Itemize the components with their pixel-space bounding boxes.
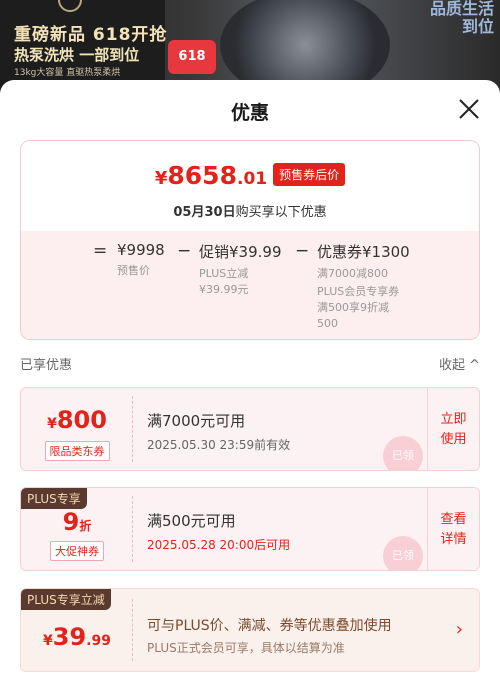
discount-sheet: 优惠 ¥8658.01 预售券后价 05月30日购买享以下优惠 = ¥9998 预… <box>0 80 500 693</box>
dashed-divider <box>132 396 133 462</box>
final-price: ¥8658.01 预售券后价 <box>21 161 479 190</box>
coupon-details: 满7000减800 PLUS会员专享券 满500享9折减 500 <box>317 266 410 332</box>
use-now-button[interactable]: 立即 使用 <box>427 388 479 470</box>
purchase-date-note: 05月30日购买享以下优惠 <box>21 201 479 220</box>
banner-headline: 重磅新品 618开抢 <box>14 25 168 45</box>
chevron-right-icon[interactable]: › <box>456 619 463 640</box>
discount-unit: 折 <box>79 519 92 533</box>
coupon-condition: 满7000元可用 <box>147 412 246 430</box>
final-price-area: ¥8658.01 预售券后价 05月30日购买享以下优惠 <box>21 141 479 231</box>
final-price-integer: 8658 <box>167 161 237 190</box>
coupon-info: 满7000元可用 2025.05.30 23:59前有效 <box>147 388 419 470</box>
final-price-decimal: .01 <box>236 169 268 189</box>
action-line-1: 查看 <box>440 512 467 527</box>
sheet-title: 优惠 <box>230 102 269 124</box>
plus-price-decimal: .99 <box>86 633 111 649</box>
currency-symbol: ¥ <box>154 168 168 189</box>
plus-discount-price: ¥39.99 <box>43 623 111 651</box>
sheet-header: 优惠 <box>0 80 500 140</box>
action-line-1: 立即 <box>440 412 467 427</box>
coupon-sub-2: PLUS会员专享券 <box>317 285 400 298</box>
section-label: 已享优惠 <box>20 358 73 373</box>
dashed-divider <box>132 599 133 661</box>
view-details-button[interactable]: 查看 详情 <box>427 488 479 570</box>
coupon-value-area: ¥800 限品类东券 <box>21 388 133 470</box>
claimed-stamp-icon: 已领 <box>383 436 423 470</box>
applied-discounts-header: 已享优惠 收起 ^ <box>20 354 480 374</box>
dashed-divider <box>132 496 133 562</box>
plus-discount-badge: PLUS专享立减 <box>21 589 111 610</box>
banner-right-text: 品质生活 到位 <box>429 0 494 36</box>
currency-symbol: ¥ <box>43 633 53 649</box>
banner-subheadline: 热泵洗烘 一部到位 <box>14 46 140 64</box>
banner-618-badge: 618 <box>168 40 216 74</box>
coupon-value: 9折 <box>21 508 133 536</box>
coupon-discount: 9 <box>62 508 80 536</box>
close-icon <box>459 99 479 119</box>
coupon-type-tag: 大促神券 <box>50 541 104 561</box>
coupon-value: ¥800 <box>21 406 133 434</box>
coupon-condition: 满500元可用 <box>147 512 236 530</box>
minus-sign: − <box>295 241 310 261</box>
promo-sub-1: PLUS立减 <box>199 267 249 280</box>
coupon-validity: 2025.05.28 20:00后可用 <box>147 538 291 552</box>
coupon-amount: 800 <box>56 406 107 434</box>
purchase-date: 05月30日 <box>173 205 236 220</box>
presale-amount: ¥9998 <box>117 241 165 259</box>
coupon-card: ¥800 限品类东券 满7000元可用 2025.05.30 23:59前有效 … <box>20 387 480 471</box>
promo-amount: 促销¥39.99 <box>199 243 282 261</box>
coupon-card: PLUS专享 9折 大促神券 满500元可用 2025.05.28 20:00后… <box>20 487 480 571</box>
currency-symbol: ¥ <box>47 416 57 432</box>
coupon-amount: 优惠券¥1300 <box>317 243 410 261</box>
plus-discount-card[interactable]: PLUS专享立减 ¥39.99 可与PLUS价、满减、券等优惠叠加使用 PLUS… <box>20 588 480 672</box>
final-price-tag: 预售券后价 <box>273 163 346 186</box>
coupon-sub-1: 满7000减800 <box>317 267 388 280</box>
action-line-2: 使用 <box>440 432 467 447</box>
banner-caption: 13kg大容量 直驱热泵柔烘 <box>14 68 121 78</box>
price-breakdown-card: ¥8658.01 预售券后价 05月30日购买享以下优惠 = ¥9998 预售价 … <box>20 140 480 340</box>
coupon-type-tag: 限品类东券 <box>44 441 110 461</box>
equals-sign: = <box>93 241 108 261</box>
minus-sign: − <box>177 241 192 261</box>
purchase-note-text: 购买享以下优惠 <box>235 205 327 220</box>
coupon-info: 满500元可用 2025.05.28 20:00后可用 <box>147 488 419 570</box>
claimed-stamp-icon: 已领 <box>383 536 423 570</box>
plus-stacking-note: 可与PLUS价、满减、券等优惠叠加使用 <box>147 618 392 634</box>
action-line-2: 详情 <box>440 532 467 547</box>
coupon-sub-3: 满500享9折减 <box>317 301 389 314</box>
presale-label: 预售价 <box>117 264 150 277</box>
coupon-validity: 2025.05.30 23:59前有效 <box>147 438 291 452</box>
promo-sub-2: ¥39.99元 <box>199 283 249 296</box>
coupon-sub-4: 500 <box>317 317 338 330</box>
close-button[interactable] <box>456 96 482 122</box>
coupon-value-area: 9折 大促神券 <box>21 488 133 570</box>
plus-price-integer: 39 <box>52 623 87 651</box>
collapse-button[interactable]: 收起 ^ <box>439 354 480 373</box>
plus-member-note: PLUS正式会员可享，具体以结算为准 <box>147 641 345 655</box>
promo-details: PLUS立减 ¥39.99元 <box>199 266 282 298</box>
